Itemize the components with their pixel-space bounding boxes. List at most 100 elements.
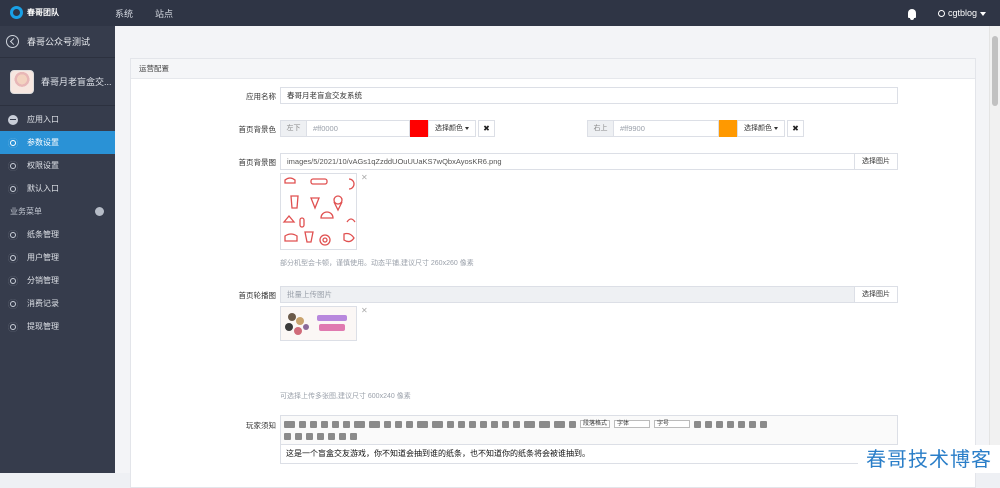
sidebar-item-default-entry[interactable]: 默认入口 <box>0 177 115 200</box>
sidebar-item-users[interactable]: 用户管理 <box>0 246 115 269</box>
video-icon[interactable] <box>480 421 487 428</box>
align-center-icon[interactable] <box>395 421 402 428</box>
table-delete-icon[interactable] <box>749 421 756 428</box>
sidebar-section-business[interactable]: 业务菜单 <box>0 200 115 223</box>
font-size-select[interactable]: 字号 <box>654 420 690 428</box>
clear-color1-button[interactable]: ✖ <box>478 120 495 137</box>
fullscreen-icon[interactable] <box>760 421 767 428</box>
gear-icon <box>8 138 18 148</box>
choose-color1-button[interactable]: 选择颜色 <box>428 120 476 137</box>
table-icon[interactable] <box>491 421 498 428</box>
food-pattern-image <box>281 174 356 249</box>
brand-name: 春哥团队 <box>27 7 59 18</box>
eraser-icon[interactable] <box>513 421 520 428</box>
link-icon[interactable] <box>328 433 335 440</box>
sidebar-item-notes[interactable]: 纸条管理 <box>0 223 115 246</box>
field-label: 应用名称 <box>246 91 276 102</box>
caret-down-icon <box>774 127 778 130</box>
align-right-icon[interactable] <box>406 421 413 428</box>
sidebar-item-params[interactable]: 参数设置 <box>0 131 115 154</box>
html-source-icon[interactable] <box>284 421 295 428</box>
choose-color2-button[interactable]: 选择颜色 <box>737 120 785 137</box>
sidebar-item-distribution[interactable]: 分销管理 <box>0 269 115 292</box>
sidebar-item-label: 纸条管理 <box>27 229 59 240</box>
sidebar-item-app-entry[interactable]: 应用入口 <box>0 108 115 131</box>
sidebar-item-label: 提现管理 <box>27 321 59 332</box>
gear-icon <box>8 299 18 309</box>
table-merge-icon[interactable] <box>727 421 734 428</box>
remove-image-icon[interactable]: ✕ <box>361 173 368 182</box>
collapse-icon[interactable] <box>95 207 104 216</box>
current-app[interactable]: 春哥月老盲盒交... <box>0 58 115 106</box>
caret-down-icon <box>980 12 986 16</box>
choose-bg-image-button[interactable]: 选择图片 <box>854 153 898 170</box>
italic-icon[interactable] <box>321 421 328 428</box>
gear-icon <box>8 184 18 194</box>
nav-item-system[interactable]: 系统 <box>115 7 133 20</box>
back-to-account[interactable]: 春哥公众号测试 <box>0 26 115 58</box>
table-split-icon[interactable] <box>738 421 745 428</box>
user-menu[interactable]: cgtblog <box>938 8 986 18</box>
field-label: 玩家须知 <box>246 420 276 431</box>
emoji-icon[interactable] <box>458 421 465 428</box>
print-icon[interactable] <box>339 433 346 440</box>
font-color-icon[interactable] <box>354 421 365 428</box>
table-insert-icon[interactable] <box>694 421 701 428</box>
highlight-icon[interactable] <box>369 421 380 428</box>
rules-editor-body[interactable]: 这是一个盲盒交友游戏，你不知道会抽到谁的纸条，也不知道你的纸条将会被谁抽到。 <box>280 444 898 464</box>
sidebar-item-permissions[interactable]: 权限设置 <box>0 154 115 177</box>
sidebar-item-withdrawal[interactable]: 提现管理 <box>0 315 115 338</box>
image-icon[interactable] <box>469 421 476 428</box>
nav-item-site[interactable]: 站点 <box>155 7 173 20</box>
choose-carousel-button[interactable]: 选择图片 <box>854 286 898 303</box>
unordered-list-icon[interactable] <box>432 421 443 428</box>
align-left-icon[interactable] <box>384 421 391 428</box>
back-arrow-icon <box>6 35 19 48</box>
template-icon[interactable] <box>350 433 357 440</box>
color2-input[interactable]: #ff9900 <box>613 120 719 137</box>
underline-icon[interactable] <box>332 421 339 428</box>
line-height-icon[interactable] <box>554 421 565 428</box>
bell-icon[interactable] <box>908 9 916 18</box>
format-icon[interactable] <box>569 421 576 428</box>
bg-image-path-input[interactable]: images/5/2021/10/vAGs1qZzddUOuUUaKS7wQbx… <box>280 153 855 170</box>
brand-logo[interactable]: 春哥团队 <box>10 6 59 19</box>
cell-merge-icon[interactable] <box>284 433 291 440</box>
table-col-icon[interactable] <box>716 421 723 428</box>
paragraph-format-select[interactable]: 段落格式 <box>580 420 610 428</box>
top-bar: 春哥团队 系统 站点 cgtblog <box>0 0 1000 26</box>
quote-icon[interactable] <box>447 421 454 428</box>
color1-swatch[interactable] <box>410 120 428 137</box>
underline-style-icon[interactable] <box>524 421 535 428</box>
carousel-upload-input[interactable]: 批量上传图片 <box>280 286 855 303</box>
clear-color2-button[interactable]: ✖ <box>787 120 804 137</box>
user-name: cgtblog <box>948 8 977 18</box>
gear-icon <box>8 253 18 263</box>
field-label: 首页背景图 <box>239 157 277 168</box>
font-family-select[interactable]: 字体 <box>614 420 650 428</box>
preview-icon[interactable] <box>299 421 306 428</box>
carousel-image-preview[interactable] <box>280 306 357 341</box>
ordered-list-icon[interactable] <box>417 421 428 428</box>
page-scrollbar[interactable] <box>989 26 1000 473</box>
bg-image-preview[interactable] <box>280 173 357 250</box>
account-name: 春哥公众号测试 <box>27 35 90 48</box>
color2-swatch[interactable] <box>719 120 737 137</box>
button-label: 选择颜色 <box>744 125 772 132</box>
anchor-icon[interactable] <box>317 433 324 440</box>
sidebar-item-consumption[interactable]: 消费记录 <box>0 292 115 315</box>
toolbar-row-2 <box>284 430 894 442</box>
bg-image-help: 部分机型会卡顿，谨慎使用。动态平铺,建议尺寸 260x260 像素 <box>280 258 474 268</box>
line-icon[interactable] <box>502 421 509 428</box>
paragraph-spacing-icon[interactable] <box>539 421 550 428</box>
scrollbar-thumb[interactable] <box>992 36 998 106</box>
table-row-icon[interactable] <box>705 421 712 428</box>
sidebar: 春哥公众号测试 春哥月老盲盒交... 应用入口 参数设置 权限设置 默认入口 业… <box>0 26 115 473</box>
remove-image-icon[interactable]: ✕ <box>361 306 368 315</box>
app-name-input[interactable]: 春哥月老盲盒交友系统 <box>280 87 898 104</box>
bold-icon[interactable] <box>310 421 317 428</box>
color1-input[interactable]: #ff0000 <box>306 120 410 137</box>
cell-split-icon[interactable] <box>295 433 302 440</box>
table-style-icon[interactable] <box>306 433 313 440</box>
strikethrough-icon[interactable] <box>343 421 350 428</box>
